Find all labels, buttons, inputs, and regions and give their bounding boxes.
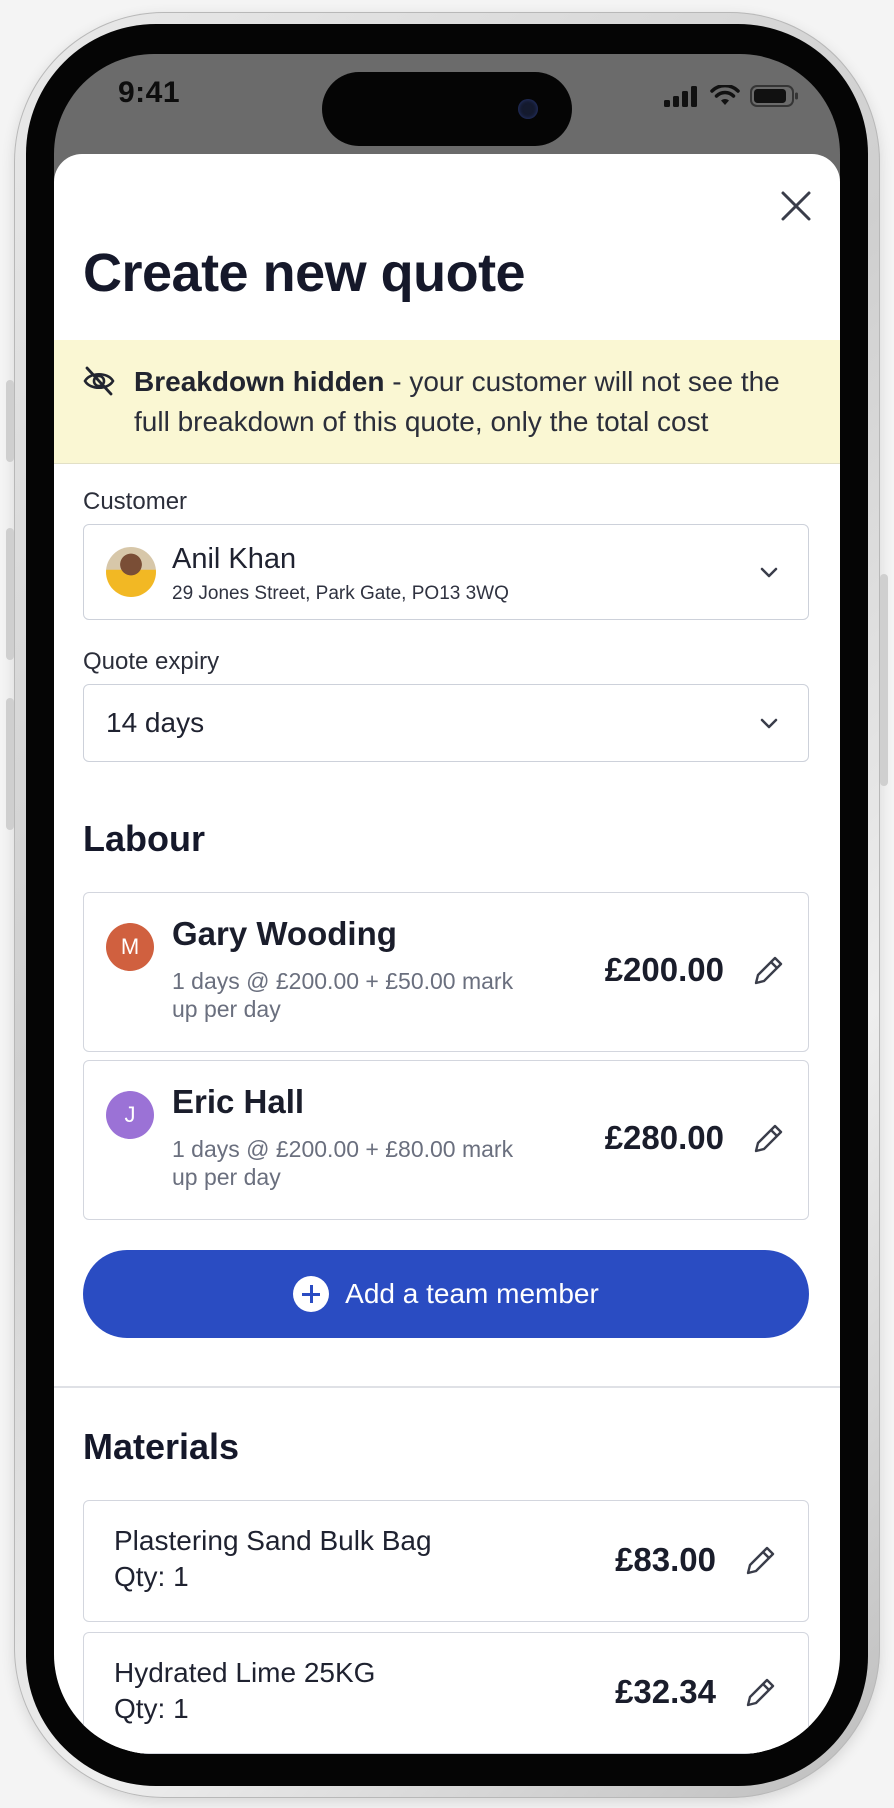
member-price: £280.00 xyxy=(604,1119,724,1156)
avatar: J xyxy=(106,1091,154,1139)
status-time: 9:41 xyxy=(118,76,181,109)
volume-down-button xyxy=(6,698,14,830)
section-divider xyxy=(54,1386,840,1388)
quote-expiry-value: 14 days xyxy=(106,707,205,738)
power-button xyxy=(880,574,888,786)
quote-expiry-label: Quote expiry xyxy=(83,648,220,675)
close-icon xyxy=(781,191,811,221)
customer-avatar xyxy=(106,547,156,597)
battery-icon xyxy=(750,85,798,107)
breakdown-hidden-banner: Breakdown hidden - your customer will no… xyxy=(54,340,840,464)
material-qty: Qty: 1 xyxy=(114,1561,189,1592)
materials-heading: Materials xyxy=(83,1426,240,1467)
add-team-member-label: Add a team member xyxy=(345,1278,599,1309)
side-button xyxy=(6,380,14,462)
camera-icon xyxy=(518,99,538,119)
edit-button[interactable] xyxy=(746,949,790,993)
quote-expiry-select[interactable]: 14 days xyxy=(83,684,809,762)
edit-button[interactable] xyxy=(738,1671,782,1715)
material-name: Plastering Sand Bulk Bag xyxy=(114,1525,432,1556)
pencil-icon xyxy=(746,1546,775,1575)
material-price: £83.00 xyxy=(615,1541,716,1578)
customer-select[interactable]: Anil Khan 29 Jones Street, Park Gate, PO… xyxy=(83,524,809,620)
material-qty: Qty: 1 xyxy=(114,1693,189,1724)
customer-name: Anil Khan xyxy=(172,543,297,575)
eye-off-icon xyxy=(83,366,115,396)
pencil-icon xyxy=(754,1124,783,1153)
labour-heading: Labour xyxy=(83,818,205,859)
status-icons xyxy=(664,84,800,108)
create-quote-sheet: Create new quote Breakdown hidden - your… xyxy=(54,154,840,1754)
chevron-down-icon xyxy=(760,718,778,729)
material-name: Hydrated Lime 25KG xyxy=(114,1657,376,1688)
material-card: Hydrated Lime 25KG Qty: 1 £32.34 xyxy=(83,1632,809,1754)
member-detail: 1 days @ £200.00 + £80.00 mark up per da… xyxy=(172,1136,514,1190)
member-detail: 1 days @ £200.00 + £50.00 mark up per da… xyxy=(172,968,514,1022)
screen: 9:41 Create new quote Breakdown hidden -… xyxy=(54,54,840,1754)
labour-card: M Gary Wooding 1 days @ £200.00 + £50.00… xyxy=(83,892,809,1052)
customer-address: 29 Jones Street, Park Gate, PO13 3WQ xyxy=(172,583,509,604)
chevron-down-icon xyxy=(760,567,778,578)
plus-icon xyxy=(293,1276,330,1312)
avatar: M xyxy=(106,923,154,971)
material-price: £32.34 xyxy=(615,1673,716,1710)
customer-label: Customer xyxy=(83,488,188,515)
material-card: Plastering Sand Bulk Bag Qty: 1 £83.00 xyxy=(83,1500,809,1622)
pencil-icon xyxy=(754,956,783,985)
dynamic-island xyxy=(322,72,572,146)
add-team-member-button[interactable]: Add a team member xyxy=(83,1250,809,1338)
page-title: Create new quote xyxy=(83,243,526,303)
labour-card: J Eric Hall 1 days @ £200.00 + £80.00 ma… xyxy=(83,1060,809,1220)
edit-button[interactable] xyxy=(746,1117,790,1161)
close-button[interactable] xyxy=(774,184,818,228)
status-bar: 9:41 xyxy=(54,54,840,154)
wifi-icon xyxy=(710,85,740,105)
edit-button[interactable] xyxy=(738,1539,782,1583)
banner-bold-text: Breakdown hidden xyxy=(134,366,385,397)
member-price: £200.00 xyxy=(604,951,724,988)
member-name: Gary Wooding xyxy=(172,915,397,952)
volume-up-button xyxy=(6,528,14,660)
signal-icon xyxy=(664,86,697,107)
pencil-icon xyxy=(746,1678,775,1707)
member-name: Eric Hall xyxy=(172,1083,305,1120)
